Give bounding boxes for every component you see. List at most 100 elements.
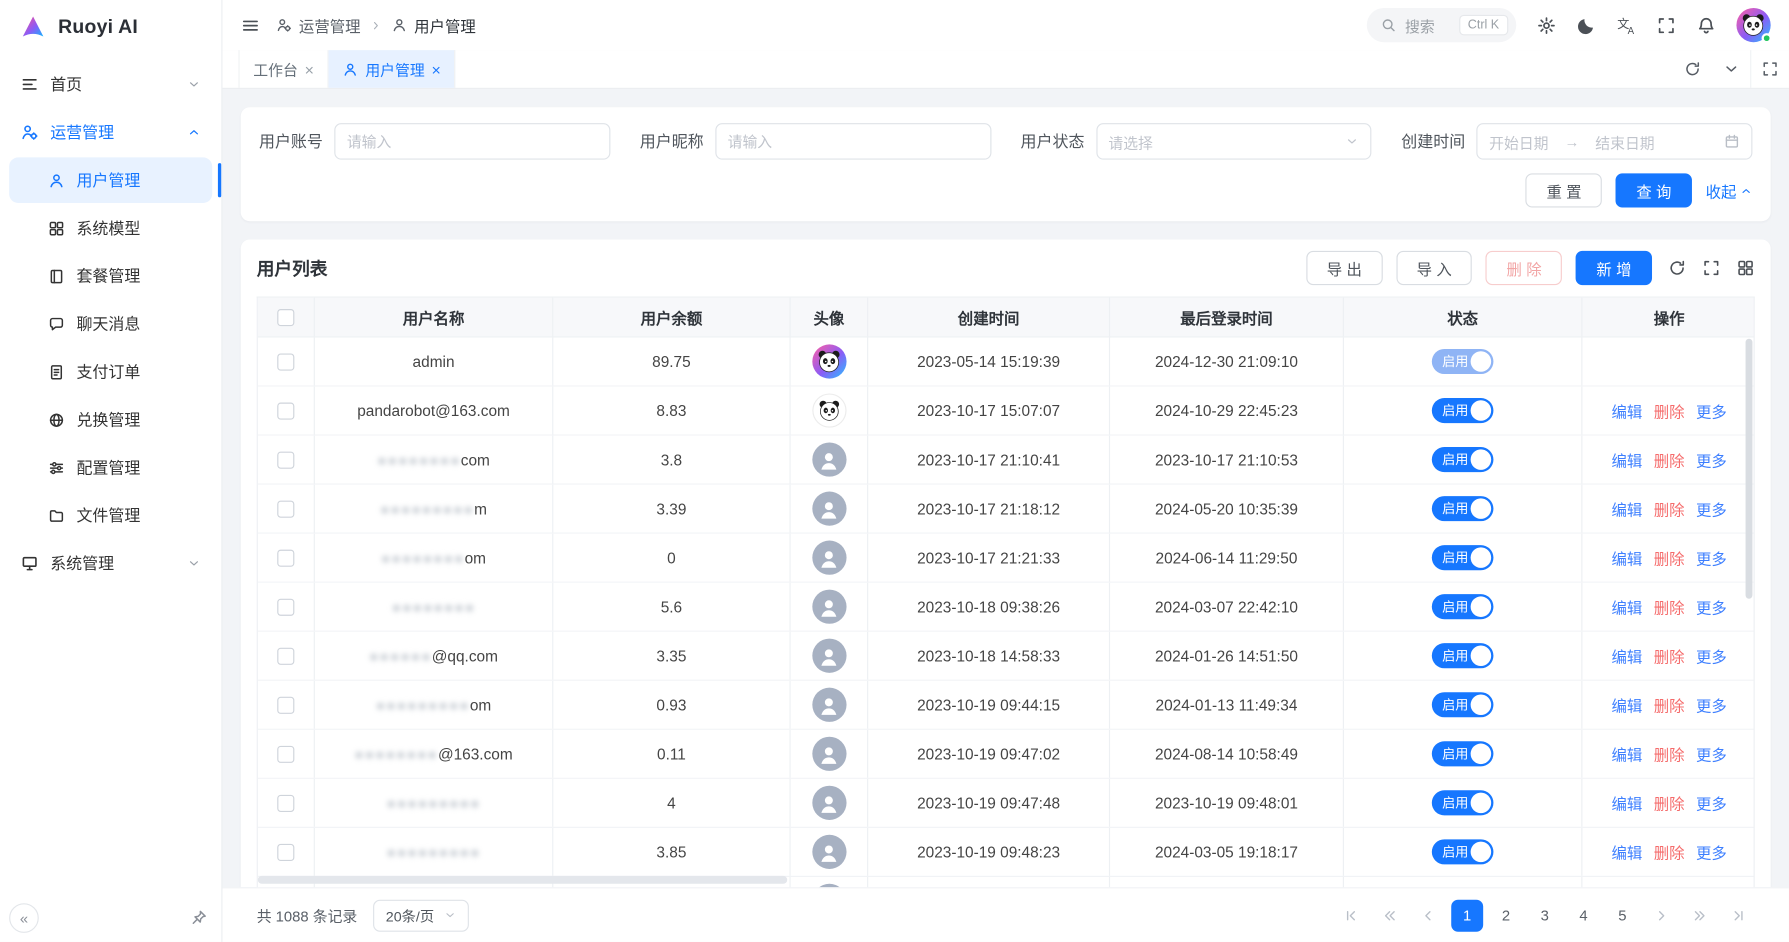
delete-link[interactable]: 删除: [1654, 595, 1685, 618]
more-link[interactable]: 更多: [1696, 693, 1727, 716]
logo[interactable]: Ruoyi AI: [0, 0, 221, 55]
table-refresh-icon[interactable]: [1668, 259, 1686, 277]
account-input[interactable]: [334, 123, 610, 159]
edit-link[interactable]: 编辑: [1612, 742, 1643, 765]
status-toggle[interactable]: 启用: [1432, 496, 1494, 521]
reset-button[interactable]: 重 置: [1526, 173, 1602, 207]
more-link[interactable]: 更多: [1696, 742, 1727, 765]
column-settings-icon[interactable]: [1736, 259, 1754, 277]
sidebar-item-home[interactable]: 首页: [9, 62, 212, 108]
sidebar-item-system-management[interactable]: 系统管理: [9, 541, 212, 587]
more-link[interactable]: 更多: [1696, 840, 1727, 863]
page-button-2[interactable]: 2: [1490, 899, 1522, 931]
delete-link[interactable]: 删除: [1654, 399, 1685, 422]
status-toggle[interactable]: 启用: [1432, 643, 1494, 668]
delete-link[interactable]: 删除: [1654, 742, 1685, 765]
sidebar-item-chat-messages[interactable]: 聊天消息: [9, 301, 212, 347]
horizontal-scrollbar[interactable]: [258, 876, 787, 884]
breadcrumb-operations[interactable]: 运营管理: [276, 14, 360, 37]
sidebar-collapse-button[interactable]: «: [9, 903, 39, 933]
sidebar-item-payment-orders[interactable]: 支付订单: [9, 349, 212, 395]
delete-link[interactable]: 删除: [1654, 644, 1685, 667]
row-checkbox[interactable]: [277, 402, 294, 419]
edit-link[interactable]: 编辑: [1612, 840, 1643, 863]
close-tab-icon[interactable]: ×: [432, 61, 441, 77]
add-button[interactable]: 新 增: [1576, 251, 1652, 285]
content-fullscreen-button[interactable]: [1750, 50, 1789, 88]
edit-link[interactable]: 编辑: [1612, 546, 1643, 569]
language-icon[interactable]: 文A: [1617, 15, 1636, 34]
breadcrumb-user-management[interactable]: 用户管理: [391, 14, 475, 37]
tab-user-management[interactable]: 用户管理 ×: [329, 50, 456, 88]
dark-mode-icon[interactable]: [1577, 15, 1596, 34]
sidebar-item-user-management[interactable]: 用户管理: [9, 157, 212, 203]
row-checkbox[interactable]: [277, 843, 294, 860]
collapse-filters-link[interactable]: 收起: [1706, 179, 1753, 202]
status-toggle[interactable]: 启用: [1432, 839, 1494, 864]
query-button[interactable]: 查 询: [1616, 173, 1692, 207]
status-toggle[interactable]: 启用: [1432, 741, 1494, 766]
status-toggle[interactable]: 启用: [1432, 545, 1494, 570]
delete-link[interactable]: 删除: [1654, 840, 1685, 863]
status-toggle[interactable]: 启用: [1432, 594, 1494, 619]
status-select[interactable]: 请选择: [1096, 123, 1372, 159]
export-button[interactable]: 导 出: [1306, 251, 1382, 285]
hamburger-menu-icon[interactable]: [241, 15, 260, 34]
global-search-input[interactable]: 搜索 Ctrl K: [1367, 8, 1516, 42]
status-toggle[interactable]: 启用: [1432, 398, 1494, 423]
row-checkbox[interactable]: [277, 598, 294, 615]
row-checkbox[interactable]: [277, 745, 294, 762]
edit-link[interactable]: 编辑: [1612, 399, 1643, 422]
date-range-picker[interactable]: 开始日期 → 结束日期: [1477, 123, 1753, 159]
delete-button[interactable]: 删 除: [1486, 251, 1562, 285]
edit-link[interactable]: 编辑: [1612, 448, 1643, 471]
status-toggle[interactable]: 启用: [1432, 790, 1494, 815]
sidebar-item-operations[interactable]: 运营管理: [9, 109, 212, 155]
sidebar-item-exchange-management[interactable]: 兑换管理: [9, 397, 212, 443]
status-toggle[interactable]: 启用: [1432, 692, 1494, 717]
edit-link[interactable]: 编辑: [1612, 497, 1643, 520]
more-link[interactable]: 更多: [1696, 791, 1727, 814]
delete-link[interactable]: 删除: [1654, 693, 1685, 716]
delete-link[interactable]: 删除: [1654, 791, 1685, 814]
delete-link[interactable]: 删除: [1654, 497, 1685, 520]
row-checkbox[interactable]: [277, 549, 294, 566]
edit-link[interactable]: 编辑: [1612, 644, 1643, 667]
sidebar-item-system-model[interactable]: 系统模型: [9, 205, 212, 251]
more-link[interactable]: 更多: [1696, 497, 1727, 520]
sidebar-item-package-management[interactable]: 套餐管理: [9, 253, 212, 299]
sidebar-item-config-management[interactable]: 配置管理: [9, 445, 212, 491]
first-page-button[interactable]: [1335, 899, 1367, 931]
more-link[interactable]: 更多: [1696, 399, 1727, 422]
tab-list-dropdown[interactable]: [1711, 50, 1750, 88]
more-link[interactable]: 更多: [1696, 595, 1727, 618]
sidebar-item-file-management[interactable]: 文件管理: [9, 493, 212, 539]
prev-page-button[interactable]: [1412, 899, 1444, 931]
page-button-3[interactable]: 3: [1529, 899, 1561, 931]
jump-prev-button[interactable]: [1374, 899, 1406, 931]
tab-workbench[interactable]: 工作台 ×: [238, 50, 328, 88]
user-avatar[interactable]: [1736, 8, 1770, 42]
more-link[interactable]: 更多: [1696, 448, 1727, 471]
more-link[interactable]: 更多: [1696, 546, 1727, 569]
next-page-button[interactable]: [1645, 899, 1677, 931]
pin-icon[interactable]: [191, 909, 208, 926]
row-checkbox[interactable]: [277, 500, 294, 517]
edit-link[interactable]: 编辑: [1612, 693, 1643, 716]
more-link[interactable]: 更多: [1696, 644, 1727, 667]
jump-next-button[interactable]: [1684, 899, 1716, 931]
row-checkbox[interactable]: [277, 647, 294, 664]
last-page-button[interactable]: [1723, 899, 1755, 931]
page-button-1[interactable]: 1: [1451, 899, 1483, 931]
edit-link[interactable]: 编辑: [1612, 791, 1643, 814]
row-checkbox[interactable]: [277, 353, 294, 370]
edit-link[interactable]: 编辑: [1612, 595, 1643, 618]
select-all-checkbox[interactable]: [277, 308, 294, 325]
status-toggle[interactable]: 启用: [1432, 349, 1494, 374]
page-button-4[interactable]: 4: [1568, 899, 1600, 931]
table-fullscreen-icon[interactable]: [1702, 259, 1720, 277]
row-checkbox[interactable]: [277, 696, 294, 713]
vertical-scrollbar[interactable]: [1746, 339, 1753, 599]
close-tab-icon[interactable]: ×: [305, 61, 314, 77]
row-checkbox[interactable]: [277, 794, 294, 811]
